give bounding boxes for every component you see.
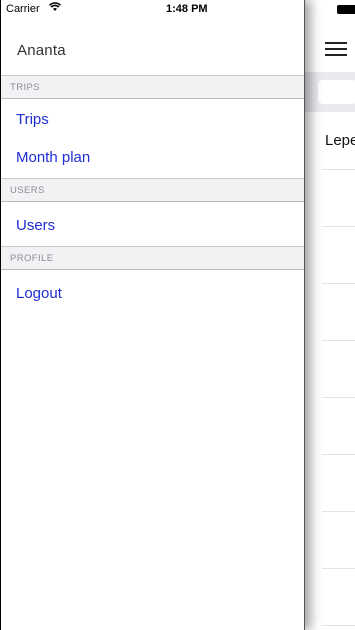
menu-item-users[interactable]: Users	[16, 217, 55, 234]
section-label: PROFILE	[10, 253, 54, 264]
section-label: TRIPS	[10, 82, 40, 93]
drawer-title: Ananta	[17, 42, 66, 59]
battery-icon	[337, 5, 355, 14]
menu-item-logout[interactable]: Logout	[16, 285, 62, 302]
search-input[interactable]	[318, 80, 355, 104]
section-header-users: USERS	[1, 178, 304, 202]
list-divider	[322, 511, 355, 512]
list-divider	[322, 226, 355, 227]
list-divider	[322, 625, 355, 626]
section-header-trips: TRIPS	[1, 75, 304, 99]
list-divider	[322, 397, 355, 398]
list-item-title[interactable]: Lepe	[325, 132, 355, 149]
section-header-profile: PROFILE	[1, 246, 304, 270]
menu-item-month-plan[interactable]: Month plan	[16, 149, 90, 166]
carrier-label: Carrier	[6, 3, 40, 15]
status-bar: Carrier 1:48 PM	[1, 0, 304, 20]
list-divider	[322, 283, 355, 284]
wifi-icon	[49, 2, 61, 15]
hamburger-menu-icon[interactable]	[325, 40, 347, 56]
menu-item-trips[interactable]: Trips	[16, 111, 49, 128]
list-divider	[322, 169, 355, 170]
clock: 1:48 PM	[166, 3, 208, 15]
section-label: USERS	[10, 185, 45, 196]
side-drawer: Carrier 1:48 PM Ananta TRIPS Trips Month…	[0, 0, 305, 630]
list-divider	[322, 568, 355, 569]
list-divider	[322, 454, 355, 455]
list-divider	[322, 340, 355, 341]
